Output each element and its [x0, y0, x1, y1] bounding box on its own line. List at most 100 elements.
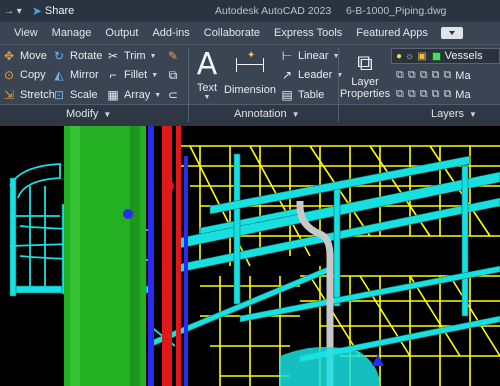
layer-match-icon[interactable]: ⧉: [443, 69, 451, 82]
dimension-icon: ✦: [236, 50, 264, 78]
layers-panel-title[interactable]: Layers ▼: [431, 108, 477, 120]
linear-button[interactable]: ⊢ Linear ▼: [280, 49, 340, 63]
layer-thaw-icon[interactable]: ⧉: [420, 88, 428, 101]
layer-on-icon[interactable]: ⧉: [408, 88, 416, 101]
offset-button[interactable]: ⊂: [166, 88, 184, 102]
annotation-panel-expand-icon: ▼: [291, 110, 300, 119]
fillet-dropdown-icon[interactable]: ▼: [151, 72, 158, 79]
share-label: Share: [44, 5, 75, 17]
text-label: Text: [196, 82, 218, 94]
modify-panel-title[interactable]: Modify ▼: [66, 108, 111, 120]
mirror-label: Mirror: [70, 69, 99, 81]
eraser-icon: ✎: [167, 49, 179, 63]
layer-dropdown[interactable]: ● ☼ ▣ Vessels: [391, 48, 500, 64]
share-button[interactable]: ➤ Share: [32, 4, 74, 18]
array-dropdown-icon[interactable]: ▼: [154, 92, 161, 99]
fillet-label: Fillet: [124, 69, 148, 81]
layer-properties-label-2: Properties: [339, 88, 391, 100]
layer-off-icon[interactable]: ⧉: [408, 69, 416, 82]
ribbon-display-toggle[interactable]: [440, 27, 463, 39]
annotation-title-text: Annotation: [234, 108, 287, 120]
fillet-button[interactable]: ⌐ Fillet ▼: [106, 68, 158, 82]
scale-label: Scale: [70, 89, 98, 101]
tab-view[interactable]: View: [0, 27, 45, 39]
scale-icon: ⊡: [53, 88, 65, 102]
lock-icon: ▣: [417, 50, 427, 62]
layer-properties-icon: ⧉: [357, 50, 373, 75]
table-icon: ▤: [281, 88, 293, 102]
array-button[interactable]: ▦ Array ▼: [106, 88, 161, 102]
scale-button[interactable]: ⊡ Scale: [52, 88, 98, 102]
stretch-button[interactable]: ⇲ Stretch: [2, 88, 55, 102]
current-layer-name: Vessels: [444, 50, 483, 62]
table-label: Table: [298, 89, 325, 101]
trim-button[interactable]: ✂ Trim ▼: [106, 49, 157, 63]
piping-model-view[interactable]: [0, 126, 500, 386]
modify-title-text: Modify: [66, 108, 99, 120]
trim-label: Trim: [124, 50, 146, 62]
text-dropdown-icon: ▼: [203, 94, 211, 101]
copy-label: Copy: [20, 69, 46, 81]
stretch-label: Stretch: [20, 89, 55, 101]
linear-label: Linear: [298, 50, 329, 62]
layer-lock-icon[interactable]: ⧉: [432, 69, 440, 82]
explode-button[interactable]: ⧉: [166, 68, 184, 82]
make-current-label[interactable]: Ma: [455, 70, 470, 82]
ribbon-tabs: View Manage Output Add-ins Collaborate E…: [0, 22, 500, 44]
tab-express-tools[interactable]: Express Tools: [267, 27, 349, 39]
copy-button[interactable]: ⊙ Copy: [2, 68, 46, 82]
explode-icon: ⧉: [168, 68, 178, 82]
linear-dimension-icon: ⊢: [281, 49, 293, 63]
panel-divider: [188, 48, 189, 122]
array-label: Array: [124, 89, 151, 101]
rotate-label: Rotate: [70, 50, 103, 62]
tab-output[interactable]: Output: [98, 27, 145, 39]
layer-tools-row-1: ⧉ ⧉ ⧉ ⧉ ⧉ Ma: [396, 69, 471, 82]
layers-title-text: Layers: [431, 108, 465, 120]
move-icon: ✥: [3, 49, 15, 63]
layer-properties-button[interactable]: ⧉ Layer Properties: [339, 50, 391, 100]
layer-unlock-icon[interactable]: ⧉: [432, 88, 440, 101]
panel-divider: [338, 48, 339, 122]
modify-panel-expand-icon: ▼: [103, 110, 112, 119]
tab-manage[interactable]: Manage: [45, 27, 99, 39]
tab-featured-apps[interactable]: Featured Apps: [349, 27, 435, 39]
dimension-label: Dimension: [224, 84, 276, 96]
layer-tools-row-2: ⧉ ⧉ ⧉ ⧉ ⧉ Ma: [396, 88, 471, 101]
layer-unisolate-icon[interactable]: ⧉: [396, 88, 404, 101]
app-title: Autodesk AutoCAD 2023: [215, 5, 332, 17]
mirror-button[interactable]: ◭ Mirror: [52, 68, 99, 82]
green-vessel: [64, 126, 146, 386]
layer-previous-icon[interactable]: ⧉: [443, 88, 451, 101]
tab-add-ins[interactable]: Add-ins: [145, 27, 196, 39]
offset-icon: ⊂: [167, 88, 179, 102]
rotate-icon: ↻: [53, 49, 65, 63]
layers-panel-expand-icon: ▼: [469, 110, 477, 119]
move-label: Move: [20, 50, 47, 62]
undo-redo-icon[interactable]: → ▾: [4, 6, 22, 17]
layer-freeze-icon[interactable]: ⧉: [420, 69, 428, 82]
layer-properties-label-1: Layer: [351, 76, 379, 88]
tab-collaborate[interactable]: Collaborate: [197, 27, 267, 39]
layer-isolate-icon[interactable]: ⧉: [396, 69, 404, 82]
fillet-icon: ⌐: [109, 68, 117, 82]
drawing-canvas[interactable]: [0, 126, 500, 386]
move-button[interactable]: ✥ Move: [2, 49, 47, 63]
rotate-button[interactable]: ↻ Rotate: [52, 49, 102, 63]
leader-button[interactable]: ↗ Leader ▼: [280, 68, 343, 82]
text-button[interactable]: A Text ▼: [193, 47, 221, 102]
trim-dropdown-icon[interactable]: ▼: [150, 53, 157, 60]
copy-icon: ⊙: [3, 68, 15, 82]
dimension-button[interactable]: ✦ Dimension: [224, 48, 276, 96]
leader-icon: ↗: [281, 68, 293, 82]
table-button[interactable]: ▤ Table: [280, 88, 324, 102]
layer-color-swatch: [431, 51, 441, 61]
text-icon: A: [196, 47, 218, 82]
share-icon: ➤: [31, 4, 42, 18]
file-name: 6-B-1000_Piping.dwg: [346, 5, 447, 17]
title-bar: → ▾ ➤ Share Autodesk AutoCAD 2023 6-B-10…: [0, 0, 500, 22]
lightbulb-icon: ●: [396, 50, 403, 62]
annotation-panel-title[interactable]: Annotation ▼: [234, 108, 300, 120]
erase-button[interactable]: ✎: [166, 49, 184, 63]
match-layer-label[interactable]: Ma: [455, 89, 470, 101]
